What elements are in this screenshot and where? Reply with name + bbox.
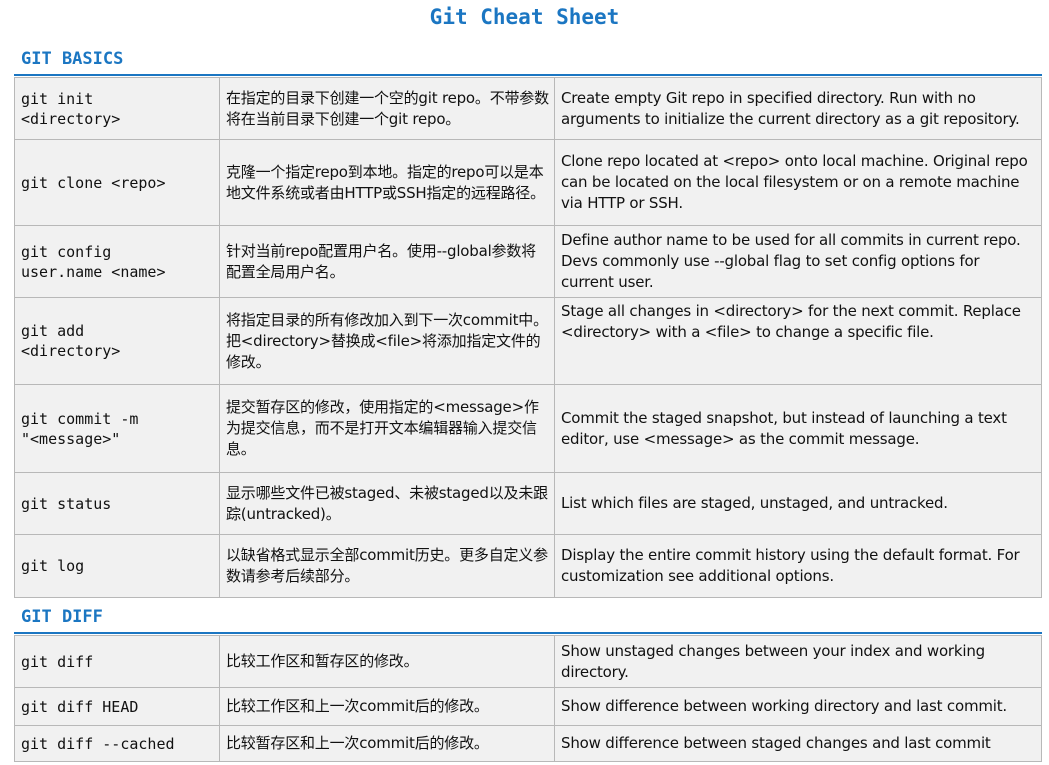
table-row: git log 以缺省格式显示全部commit历史。更多自定义参数请参考后续部分… bbox=[14, 534, 1042, 598]
description-zh-cell: 比较暂存区和上一次commit后的修改。 bbox=[219, 725, 555, 762]
command-cell: git commit -m "<message>" bbox=[14, 384, 220, 473]
description-en-cell: Display the entire commit history using … bbox=[554, 534, 1042, 598]
description-zh-cell: 针对当前repo配置用户名。使用--global参数将配置全局用户名。 bbox=[219, 225, 555, 298]
section-divider bbox=[14, 632, 1042, 634]
table-row: git diff --cached 比较暂存区和上一次commit后的修改。 S… bbox=[14, 725, 1042, 762]
table-row: git commit -m "<message>" 提交暂存区的修改，使用指定的… bbox=[14, 384, 1042, 473]
description-zh-cell: 比较工作区和上一次commit后的修改。 bbox=[219, 687, 555, 726]
description-en-cell: Define author name to be used for all co… bbox=[554, 225, 1042, 298]
command-cell: git diff bbox=[14, 635, 220, 688]
description-zh-cell: 比较工作区和暂存区的修改。 bbox=[219, 635, 555, 688]
table-row: git config user.name <name> 针对当前repo配置用户… bbox=[14, 225, 1042, 298]
section-header-git-diff: GIT DIFF bbox=[21, 607, 103, 627]
section-divider bbox=[14, 74, 1042, 76]
table-row: git add <directory> 将指定目录的所有修改加入到下一次comm… bbox=[14, 297, 1042, 385]
command-cell: git status bbox=[14, 472, 220, 535]
command-table-git-diff: git diff 比较工作区和暂存区的修改。 Show unstaged cha… bbox=[14, 635, 1042, 762]
description-en-cell: List which files are staged, unstaged, a… bbox=[554, 472, 1042, 535]
description-en-cell: Create empty Git repo in specified direc… bbox=[554, 77, 1042, 140]
description-en-cell: Clone repo located at <repo> onto local … bbox=[554, 139, 1042, 226]
table-row: git init <directory> 在指定的目录下创建一个空的git re… bbox=[14, 77, 1042, 140]
command-cell: git init <directory> bbox=[14, 77, 220, 140]
description-zh-cell: 以缺省格式显示全部commit历史。更多自定义参数请参考后续部分。 bbox=[219, 534, 555, 598]
description-zh-cell: 将指定目录的所有修改加入到下一次commit中。把<directory>替换成<… bbox=[219, 297, 555, 385]
command-cell: git clone <repo> bbox=[14, 139, 220, 226]
description-zh-cell: 显示哪些文件已被staged、未被staged以及未跟踪(untracked)。 bbox=[219, 472, 555, 535]
command-cell: git log bbox=[14, 534, 220, 598]
command-table-git-basics: git init <directory> 在指定的目录下创建一个空的git re… bbox=[14, 77, 1042, 598]
command-cell: git diff --cached bbox=[14, 725, 220, 762]
command-cell: git diff HEAD bbox=[14, 687, 220, 726]
description-zh-cell: 在指定的目录下创建一个空的git repo。不带参数将在当前目录下创建一个git… bbox=[219, 77, 555, 140]
table-row: git clone <repo> 克隆一个指定repo到本地。指定的repo可以… bbox=[14, 139, 1042, 226]
description-en-cell: Commit the staged snapshot, but instead … bbox=[554, 384, 1042, 473]
description-zh-cell: 提交暂存区的修改，使用指定的<message>作为提交信息，而不是打开文本编辑器… bbox=[219, 384, 555, 473]
command-cell: git config user.name <name> bbox=[14, 225, 220, 298]
description-en-cell: Show unstaged changes between your index… bbox=[554, 635, 1042, 688]
section-header-git-basics: GIT BASICS bbox=[21, 49, 124, 69]
command-cell: git add <directory> bbox=[14, 297, 220, 385]
table-row: git diff 比较工作区和暂存区的修改。 Show unstaged cha… bbox=[14, 635, 1042, 688]
page-title: Git Cheat Sheet bbox=[429, 5, 620, 29]
table-row: git status 显示哪些文件已被staged、未被staged以及未跟踪(… bbox=[14, 472, 1042, 535]
description-en-cell: Show difference between staged changes a… bbox=[554, 725, 1042, 762]
description-en-cell: Stage all changes in <directory> for the… bbox=[554, 297, 1042, 385]
description-en-cell: Show difference between working director… bbox=[554, 687, 1042, 726]
table-row: git diff HEAD 比较工作区和上一次commit后的修改。 Show … bbox=[14, 687, 1042, 726]
description-zh-cell: 克隆一个指定repo到本地。指定的repo可以是本地文件系统或者由HTTP或SS… bbox=[219, 139, 555, 226]
